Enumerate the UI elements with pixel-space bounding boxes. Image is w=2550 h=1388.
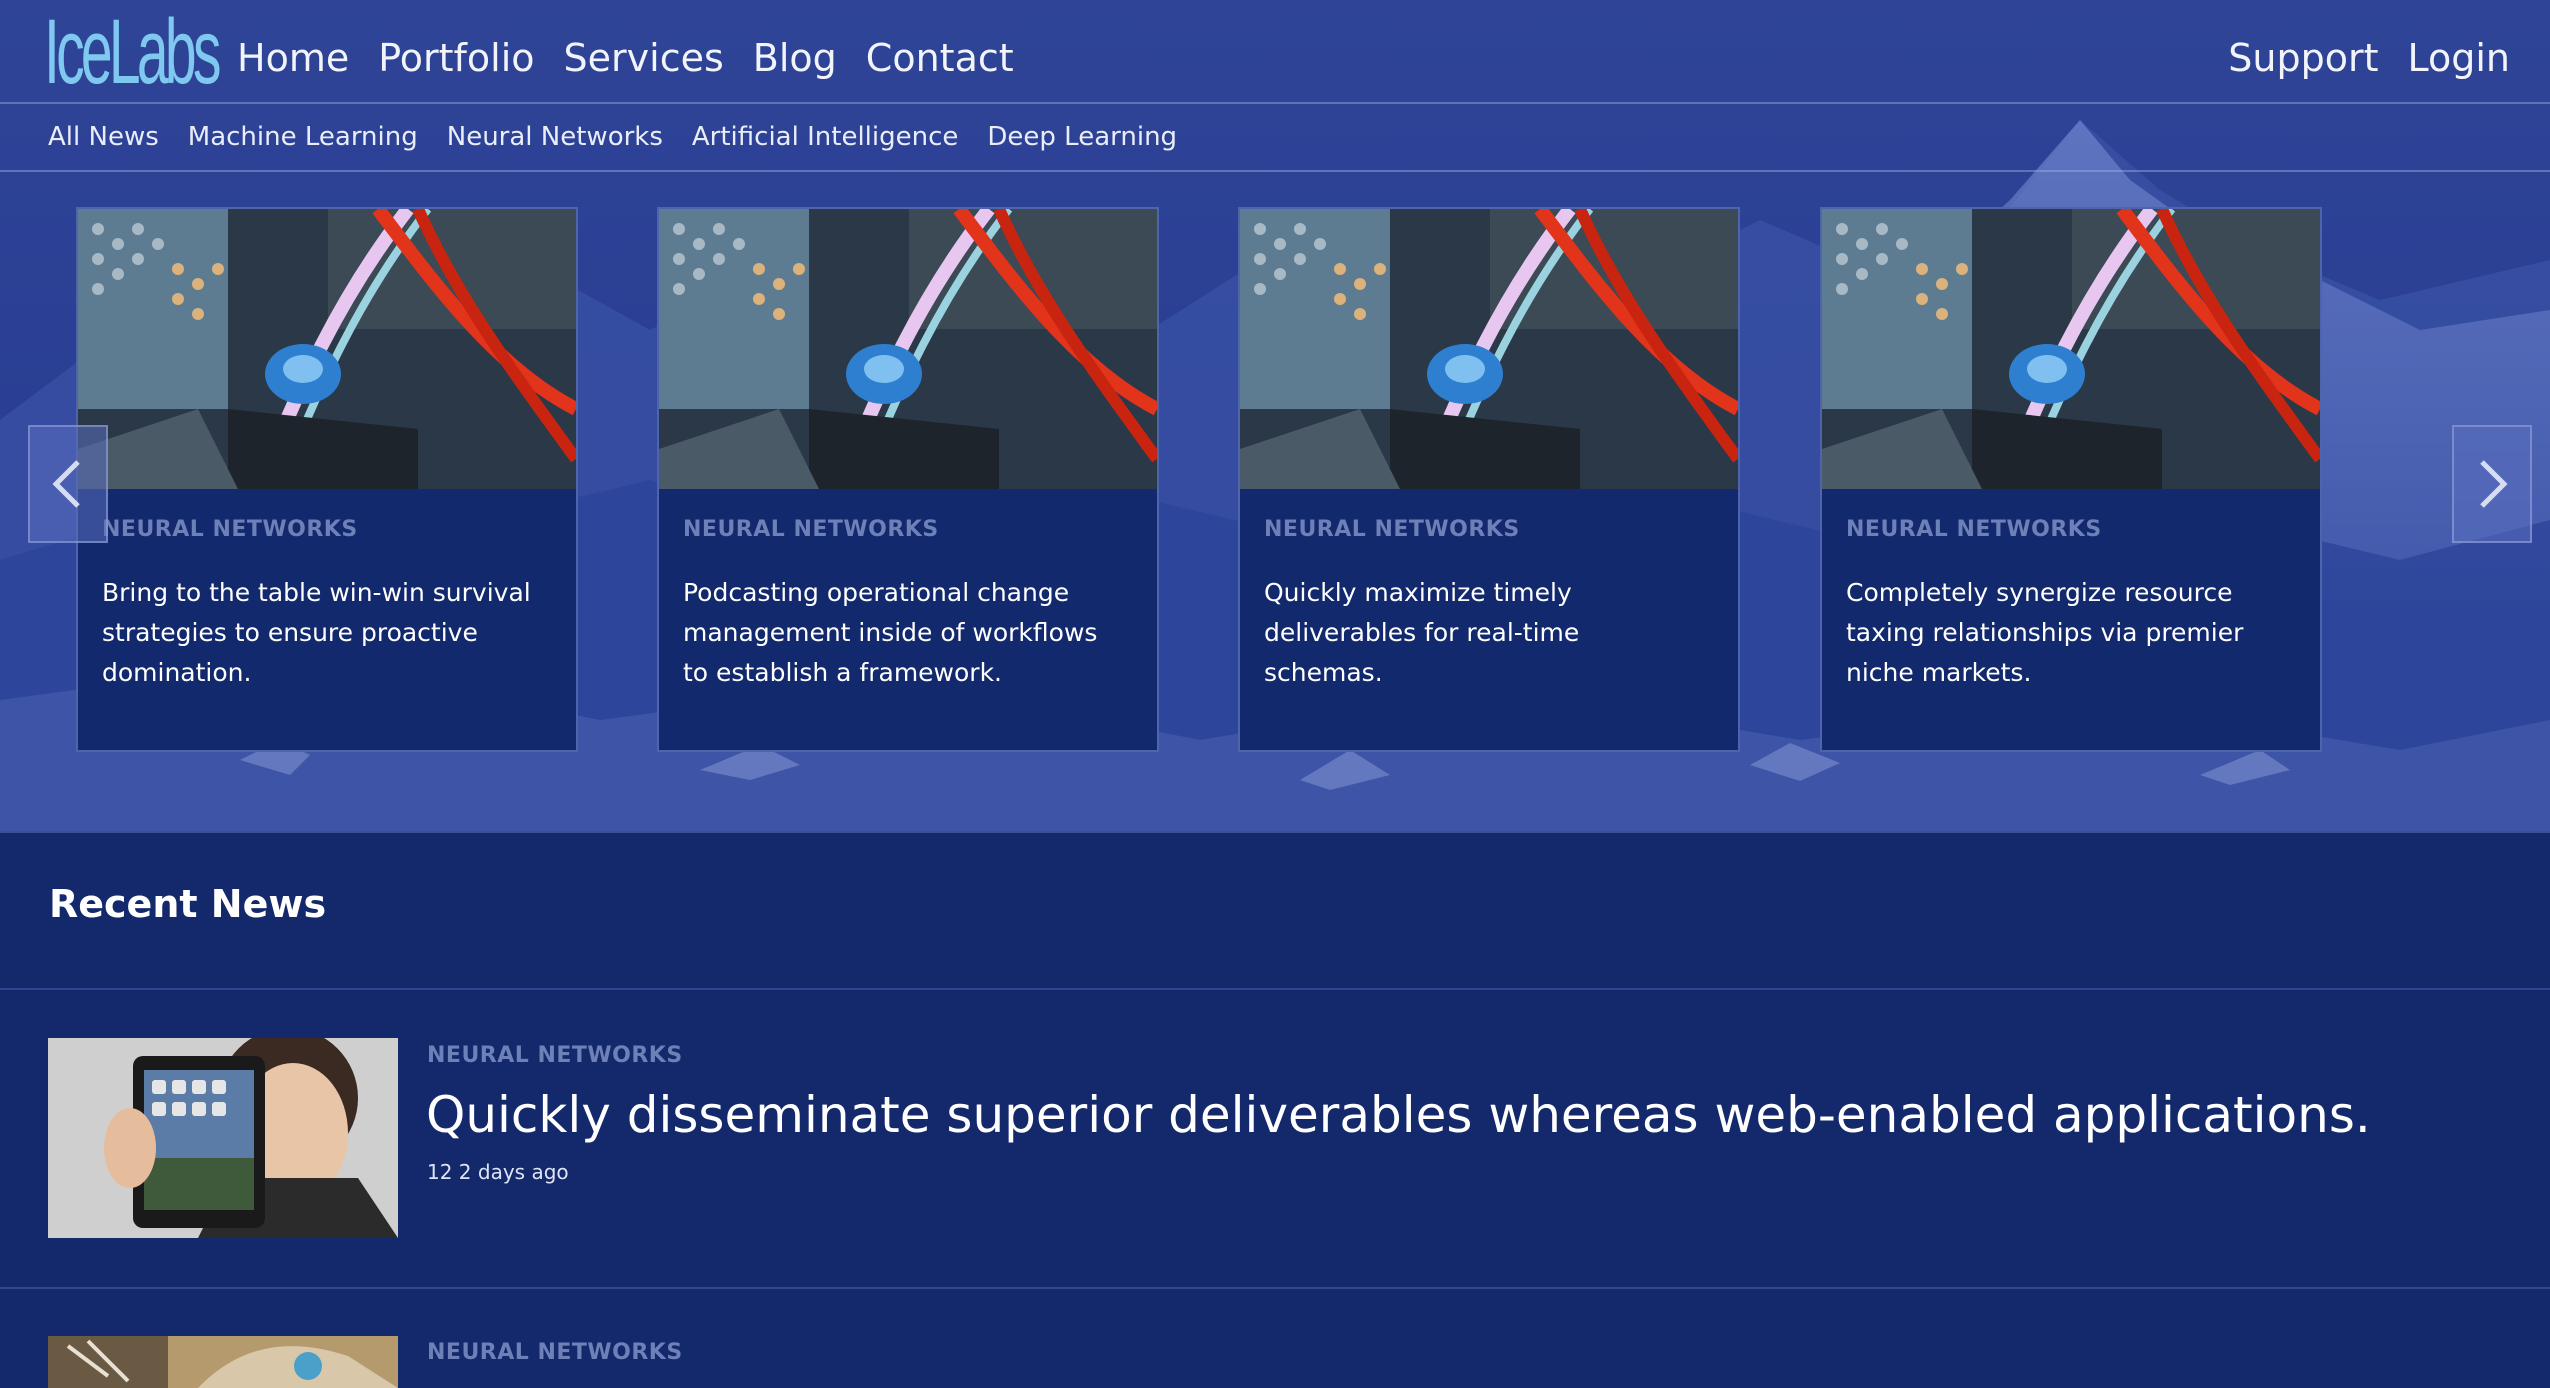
carousel-prev-button[interactable] — [28, 425, 108, 543]
carousel-next-button[interactable] — [2452, 425, 2532, 543]
category-all-news[interactable]: All News — [48, 122, 159, 152]
card-category: NEURAL NETWORKS — [1846, 517, 2102, 542]
news-category: NEURAL NETWORKS — [427, 1043, 683, 1068]
category-filter-bar: All News Machine Learning Neural Network… — [0, 104, 2550, 172]
top-navigation-bar: IceLabs Home Portfolio Services Blog Con… — [0, 0, 2550, 104]
card-category: NEURAL NETWORKS — [683, 517, 939, 542]
category-neural-networks[interactable]: Neural Networks — [447, 122, 663, 152]
nav-blog-link[interactable]: Blog — [753, 24, 837, 92]
main-nav: Home Portfolio Services Blog Contact — [237, 24, 1043, 92]
card-category: NEURAL NETWORKS — [102, 517, 358, 542]
divider — [0, 1287, 2550, 1289]
card-category: NEURAL NETWORKS — [1264, 517, 1520, 542]
hardware-photo — [78, 209, 576, 489]
chevron-left-icon — [52, 460, 80, 508]
carousel-card[interactable]: NEURAL NETWORKS Bring to the table win-w… — [76, 207, 578, 752]
support-link[interactable]: Support — [2228, 24, 2378, 92]
news-list-item[interactable]: NEURAL NETWORKS — [48, 1336, 2508, 1388]
carousel-card[interactable]: NEURAL NETWORKS Quickly maximize timely … — [1238, 207, 1740, 752]
nav-home-link[interactable]: Home — [237, 24, 349, 92]
news-category: NEURAL NETWORKS — [427, 1340, 683, 1365]
recent-news-heading: Recent News — [49, 882, 327, 926]
chevron-right-icon — [2480, 460, 2508, 508]
card-title[interactable]: Bring to the table win-win survival stra… — [102, 573, 542, 693]
news-title[interactable]: Quickly disseminate superior deliverable… — [426, 1086, 2371, 1144]
utility-nav: Support Login — [2199, 24, 2510, 92]
login-link[interactable]: Login — [2407, 24, 2510, 92]
card-title[interactable]: Podcasting operational change management… — [683, 573, 1123, 693]
category-deep-learning[interactable]: Deep Learning — [987, 122, 1177, 152]
hero-banner: IceLabs Home Portfolio Services Blog Con… — [0, 0, 2550, 833]
carousel-card[interactable]: NEURAL NETWORKS Completely synergize res… — [1820, 207, 2322, 752]
category-machine-learning[interactable]: Machine Learning — [188, 122, 418, 152]
card-title[interactable]: Quickly maximize timely deliverables for… — [1264, 573, 1704, 693]
news-list-item[interactable]: NEURAL NETWORKS Quickly disseminate supe… — [48, 1038, 2508, 1238]
brand-logo[interactable]: IceLabs — [44, 4, 221, 100]
divider — [0, 988, 2550, 990]
hardware-photo — [1240, 209, 1738, 489]
hardware-photo — [1822, 209, 2320, 489]
tablet-photo — [48, 1038, 398, 1238]
nav-contact-link[interactable]: Contact — [866, 24, 1014, 92]
news-photo — [48, 1336, 398, 1388]
hardware-photo — [659, 209, 1157, 489]
news-meta: 12 2 days ago — [427, 1160, 569, 1184]
nav-portfolio-link[interactable]: Portfolio — [378, 24, 534, 92]
category-artificial-intelligence[interactable]: Artificial Intelligence — [692, 122, 959, 152]
nav-services-link[interactable]: Services — [564, 24, 724, 92]
carousel-card[interactable]: NEURAL NETWORKS Podcasting operational c… — [657, 207, 1159, 752]
card-title[interactable]: Completely synergize resource taxing rel… — [1846, 573, 2286, 693]
